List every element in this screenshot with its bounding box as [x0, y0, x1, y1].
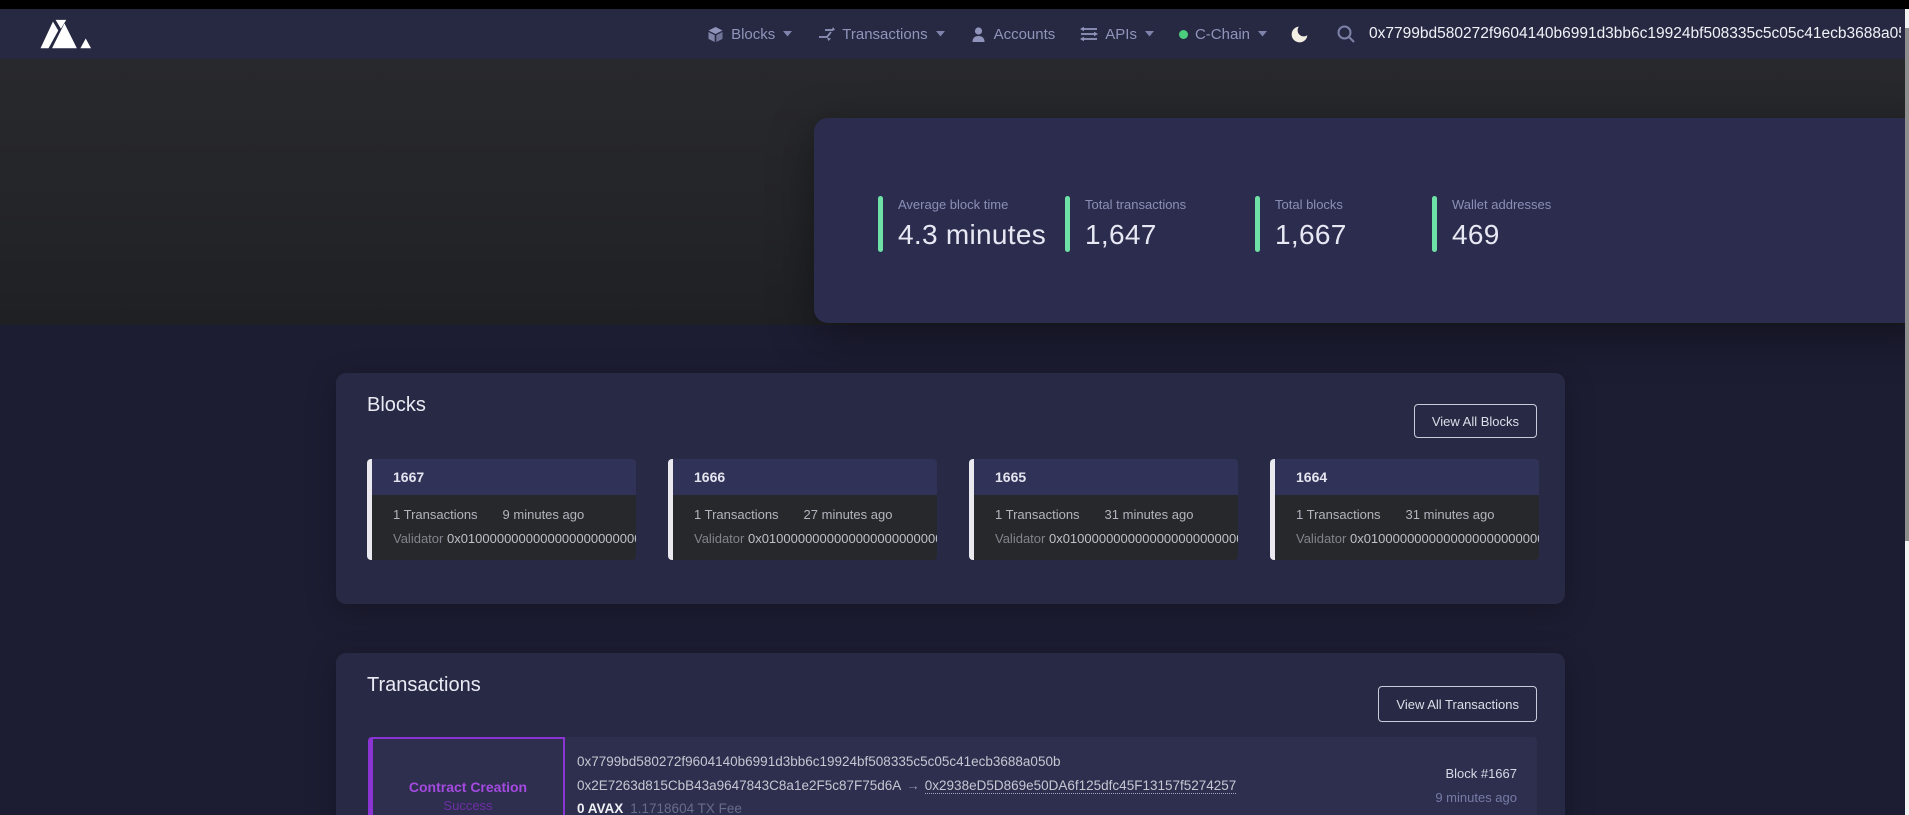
validator-label: Validator — [393, 531, 443, 546]
transaction-to-address[interactable]: 0x2938eD5D869e50DA6f125dfc45F13157f52742… — [925, 778, 1237, 794]
stat-label: Total blocks — [1275, 197, 1347, 212]
nav-item-chain-selector[interactable]: C-Chain — [1179, 26, 1267, 43]
navbar: Blocks Transactions — [0, 9, 1909, 59]
transaction-row[interactable]: Contract Creation Success 0x7799bd580272… — [368, 737, 1537, 815]
stat-value: 1,667 — [1275, 219, 1347, 251]
block-number: 1665 — [995, 469, 1026, 485]
transaction-hash[interactable]: 0x7799bd580272f9604140b6991d3bb6c19924bf… — [577, 750, 1236, 774]
blocks-section: Blocks View All Blocks 1667 1 Transactio… — [336, 373, 1565, 604]
nav-label-c-chain: C-Chain — [1195, 26, 1250, 43]
validator-address: 0x0100000000000000000000000... — [1350, 531, 1539, 546]
network-stats-card: Average block time 4.3 minutes Total tra… — [814, 118, 1909, 323]
stat-accent-bar — [1255, 196, 1260, 252]
block-tx-count: 1 Transactions — [393, 507, 478, 522]
search-icon — [1336, 24, 1356, 44]
block-tx-count: 1 Transactions — [1296, 507, 1381, 522]
transaction-type-cell: Contract Creation Success — [373, 737, 565, 815]
stat-average-block-time: Average block time 4.3 minutes — [878, 196, 1065, 323]
nav-label-blocks: Blocks — [731, 26, 775, 43]
chevron-down-icon — [936, 31, 945, 37]
transaction-time-ago: 9 minutes ago — [1435, 790, 1517, 805]
swap-arrows-icon — [817, 26, 835, 42]
block-card[interactable]: 1664 1 Transactions 31 minutes ago Valid… — [1270, 459, 1539, 560]
block-number: 1667 — [393, 469, 424, 485]
moon-icon — [1289, 24, 1310, 45]
block-time-ago: 31 minutes ago — [1105, 507, 1194, 522]
chevron-down-icon — [1145, 31, 1154, 37]
sliders-icon — [1080, 26, 1098, 42]
transactions-section-title: Transactions — [367, 674, 481, 697]
scrollbar-track[interactable] — [1905, 9, 1909, 815]
stat-accent-bar — [1065, 196, 1070, 252]
stat-value: 469 — [1452, 219, 1551, 251]
stat-total-transactions: Total transactions 1,647 — [1065, 196, 1255, 323]
stat-accent-bar — [1432, 196, 1437, 252]
nav-item-transactions[interactable]: Transactions — [817, 26, 944, 43]
stat-total-blocks: Total blocks 1,667 — [1255, 196, 1432, 323]
nav-label-apis: APIs — [1105, 26, 1137, 43]
search-input[interactable] — [1369, 25, 1901, 43]
transaction-details: 0x7799bd580272f9604140b6991d3bb6c19924bf… — [565, 737, 1236, 815]
validator-label: Validator — [1296, 531, 1346, 546]
block-tx-count: 1 Transactions — [995, 507, 1080, 522]
avalanche-logo[interactable] — [37, 19, 99, 50]
nav-label-transactions: Transactions — [842, 26, 927, 43]
person-icon — [970, 26, 987, 43]
transaction-from-address[interactable]: 0x2E7263d815CbB43a9647843C8a1e2F5c87F75d… — [577, 778, 901, 793]
nav-menu: Blocks Transactions — [707, 26, 1267, 43]
transaction-type: Contract Creation — [409, 779, 527, 795]
arrow-right-icon: → — [901, 778, 925, 793]
nav-label-accounts: Accounts — [994, 26, 1056, 43]
block-number: 1664 — [1296, 469, 1327, 485]
block-tx-count: 1 Transactions — [694, 507, 779, 522]
block-time-ago: 27 minutes ago — [804, 507, 893, 522]
block-card[interactable]: 1665 1 Transactions 31 minutes ago Valid… — [969, 459, 1238, 560]
block-time-ago: 31 minutes ago — [1406, 507, 1495, 522]
stat-accent-bar — [878, 196, 883, 252]
block-card[interactable]: 1666 1 Transactions 27 minutes ago Valid… — [668, 459, 937, 560]
validator-address: 0x0100000000000000000000000... — [748, 531, 937, 546]
block-card[interactable]: 1667 1 Transactions 9 minutes ago Valida… — [367, 459, 636, 560]
view-all-transactions-button[interactable]: View All Transactions — [1378, 686, 1537, 722]
chain-status-dot — [1179, 30, 1188, 39]
validator-label: Validator — [995, 531, 1045, 546]
chevron-down-icon — [783, 31, 792, 37]
transactions-section: Transactions View All Transactions Contr… — [336, 653, 1565, 815]
stat-wallet-addresses: Wallet addresses 469 — [1432, 196, 1551, 323]
view-all-blocks-button[interactable]: View All Blocks — [1414, 404, 1537, 438]
validator-address: 0x0100000000000000000000000... — [447, 531, 636, 546]
transaction-block-ref[interactable]: Block #1667 — [1435, 766, 1517, 781]
stat-label: Wallet addresses — [1452, 197, 1551, 212]
blocks-section-title: Blocks — [367, 394, 426, 417]
cube-icon — [707, 26, 724, 43]
theme-toggle[interactable] — [1289, 24, 1310, 45]
chevron-down-icon — [1258, 31, 1267, 37]
top-black-strip — [0, 0, 1909, 9]
transaction-status: Success — [443, 798, 492, 813]
transaction-meta: Block #1667 9 minutes ago — [1435, 737, 1537, 815]
stat-label: Total transactions — [1085, 197, 1186, 212]
block-cards-row: 1667 1 Transactions 9 minutes ago Valida… — [367, 459, 1539, 560]
transaction-fee: 1.1718604 TX Fee — [630, 801, 742, 815]
stat-value: 1,647 — [1085, 219, 1186, 251]
nav-item-accounts[interactable]: Accounts — [970, 26, 1056, 43]
block-number: 1666 — [694, 469, 725, 485]
transaction-amount: 0 AVAX — [577, 801, 623, 815]
nav-item-blocks[interactable]: Blocks — [707, 26, 792, 43]
search-bar — [1336, 24, 1901, 44]
block-time-ago: 9 minutes ago — [503, 507, 585, 522]
validator-label: Validator — [694, 531, 744, 546]
stat-label: Average block time — [898, 197, 1046, 212]
stat-value: 4.3 minutes — [898, 219, 1046, 251]
scrollbar-thumb[interactable] — [1905, 28, 1909, 541]
validator-address: 0x0100000000000000000000000... — [1049, 531, 1238, 546]
nav-item-apis[interactable]: APIs — [1080, 26, 1154, 43]
page: Blocks Transactions — [0, 0, 1909, 815]
